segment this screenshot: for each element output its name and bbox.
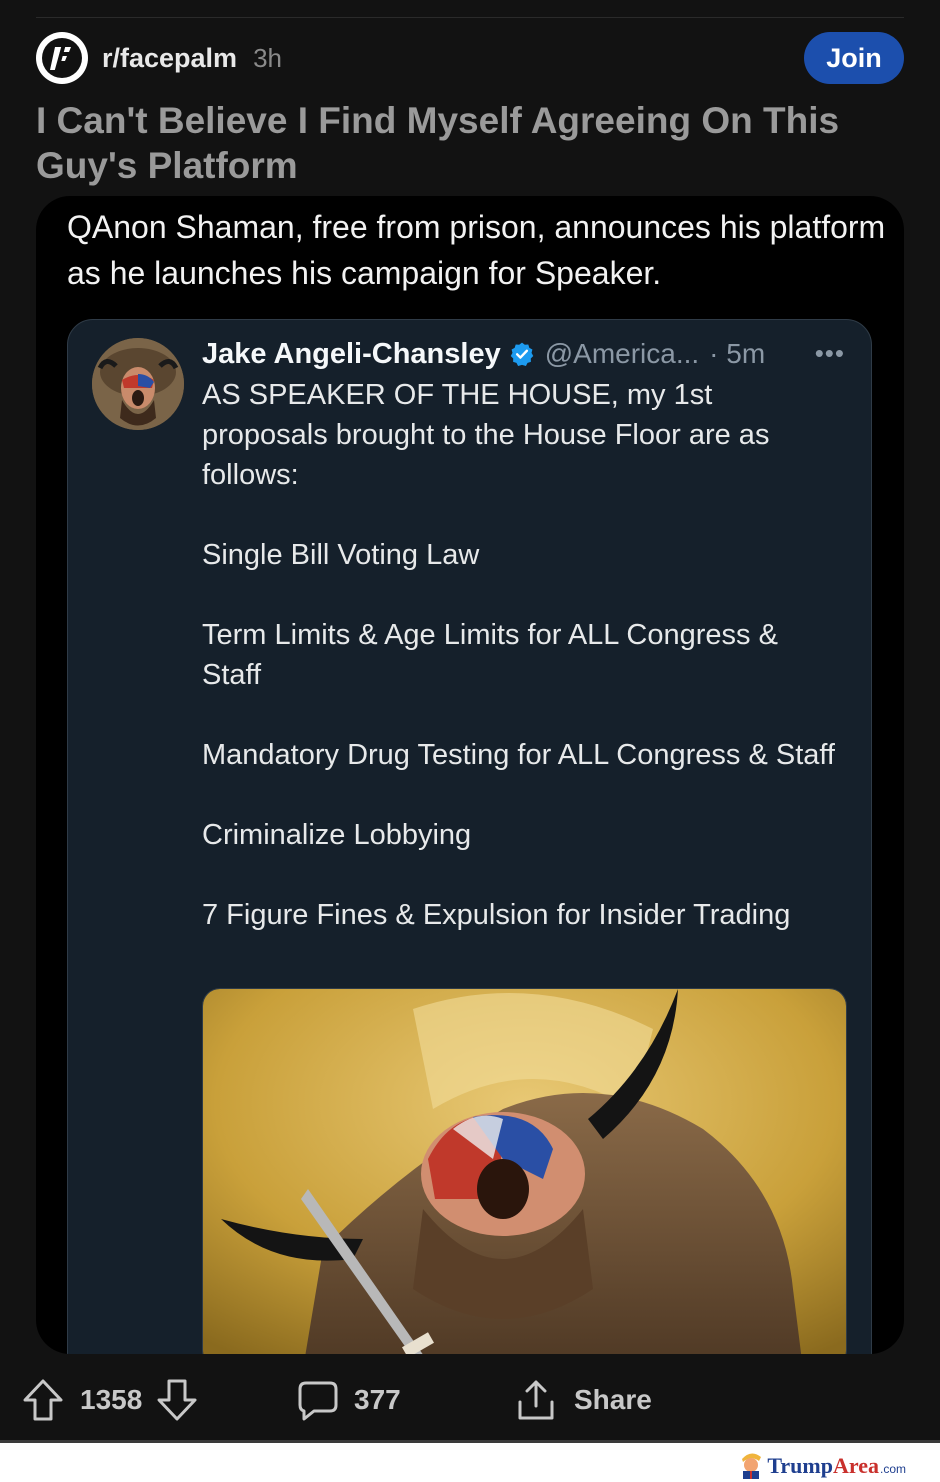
post-age: 3h [253, 42, 282, 73]
more-icon[interactable]: ••• [815, 338, 845, 369]
post-body-text: QAnon Shaman, free from prison, announce… [67, 209, 886, 291]
share-icon [518, 1380, 554, 1420]
post-content-card[interactable]: QAnon Shaman, free from prison, announce… [36, 196, 904, 1354]
watermark-bar: Trump Area .com [0, 1440, 940, 1482]
proposal-item: 7 Figure Fines & Expulsion for Insider T… [202, 899, 791, 931]
share-label: Share [574, 1384, 652, 1415]
top-divider [36, 17, 904, 18]
verified-badge-icon [509, 341, 535, 367]
tweet-time: · 5m [709, 338, 766, 369]
tweet-photo[interactable] [202, 988, 847, 1354]
proposal-item: Single Bill Voting Law [202, 539, 480, 571]
tweet-author[interactable]: Jake Angeli-Chansley [202, 338, 501, 371]
comments-button[interactable]: 377 [296, 1372, 401, 1428]
upvote-count: 1358 [80, 1384, 143, 1415]
proposal-item: Mandatory Drug Testing for ALL Congress … [202, 739, 835, 771]
tweet-header: Jake Angeli-Chansley @America... · 5m [202, 336, 852, 372]
proposal-item: Criminalize Lobbying [202, 819, 472, 851]
trump-caricature-icon [742, 1453, 762, 1479]
tweet-body: AS SPEAKER OF THE HOUSE, my 1st proposal… [202, 375, 842, 975]
comment-count: 377 [354, 1384, 401, 1415]
embedded-tweet: Jake Angeli-Chansley @America... · 5m ••… [67, 319, 872, 1354]
tweet-handle[interactable]: @America... [545, 338, 699, 370]
avatar [92, 338, 184, 430]
post-action-bar: 1358 377 Share [22, 1372, 918, 1428]
post-header: r/facepalm 3h Join [36, 32, 904, 84]
upvote-icon[interactable] [22, 1378, 64, 1422]
join-button[interactable]: Join [804, 32, 904, 84]
share-button[interactable]: Share [514, 1372, 652, 1428]
subreddit-icon[interactable] [36, 32, 88, 84]
watermark-area: Area [832, 1453, 879, 1478]
facepalm-subreddit-icon [42, 38, 82, 78]
vote-controls: 1358 [22, 1372, 198, 1428]
post-title[interactable]: I Can't Believe I Find Myself Agreeing O… [36, 98, 896, 188]
watermark-suffix: .com [879, 1462, 906, 1476]
watermark-trump: Trump [767, 1453, 833, 1478]
comment-icon [298, 1381, 338, 1421]
proposal-item: Term Limits & Age Limits for ALL Congres… [202, 619, 778, 691]
tweet-intro: AS SPEAKER OF THE HOUSE, my 1st proposal… [202, 379, 770, 491]
subreddit-name[interactable]: r/facepalm [102, 43, 237, 74]
site-watermark: Trump Area .com [739, 1449, 906, 1479]
downvote-icon[interactable] [156, 1378, 198, 1422]
